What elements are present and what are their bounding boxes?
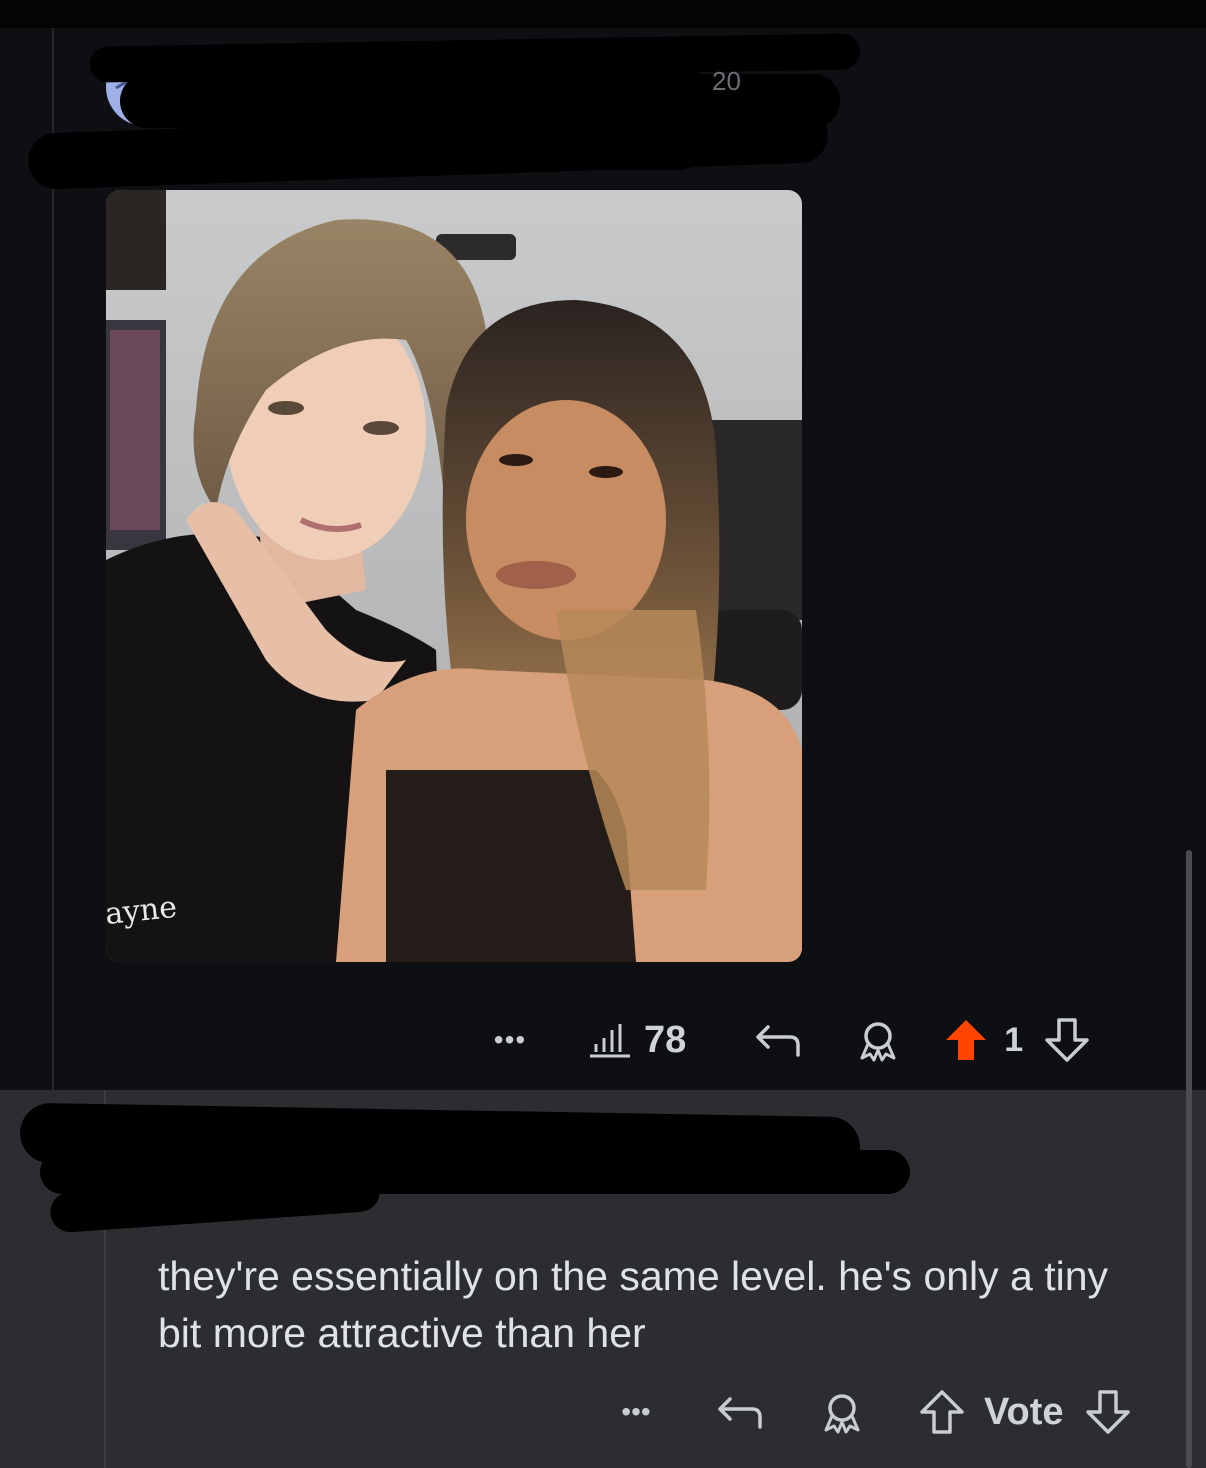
more-button[interactable]: ••• <box>482 1024 538 1056</box>
comment-upvote-icon[interactable] <box>916 1388 968 1436</box>
scrollbar[interactable] <box>1186 850 1192 1468</box>
comment-reply-icon[interactable] <box>714 1393 766 1431</box>
redaction-scribble <box>180 60 700 170</box>
upvote-icon[interactable] <box>940 1016 992 1064</box>
comment-downvote-icon[interactable] <box>1082 1388 1134 1436</box>
comment-award-icon[interactable] <box>816 1390 868 1434</box>
views-count: 78 <box>644 1018 687 1061</box>
views-icon[interactable] <box>578 1022 640 1058</box>
downvote-icon[interactable] <box>1041 1016 1093 1064</box>
post-image[interactable]: ayne <box>106 190 802 962</box>
vote-count: 1 <box>1004 1020 1024 1059</box>
award-icon[interactable] <box>852 1018 904 1062</box>
post-action-bar: ••• 78 1 <box>482 1012 1093 1068</box>
comment-action-bar: ••• Vote <box>606 1384 1134 1440</box>
status-bar <box>0 0 1206 28</box>
reply-icon[interactable] <box>752 1021 804 1059</box>
comment-more-button[interactable]: ••• <box>606 1396 666 1428</box>
comment-body: they're essentially on the same level. h… <box>158 1253 1109 1356</box>
comment-vote-label: Vote <box>984 1390 1064 1433</box>
post-timestamp: 20 <box>712 66 741 96</box>
